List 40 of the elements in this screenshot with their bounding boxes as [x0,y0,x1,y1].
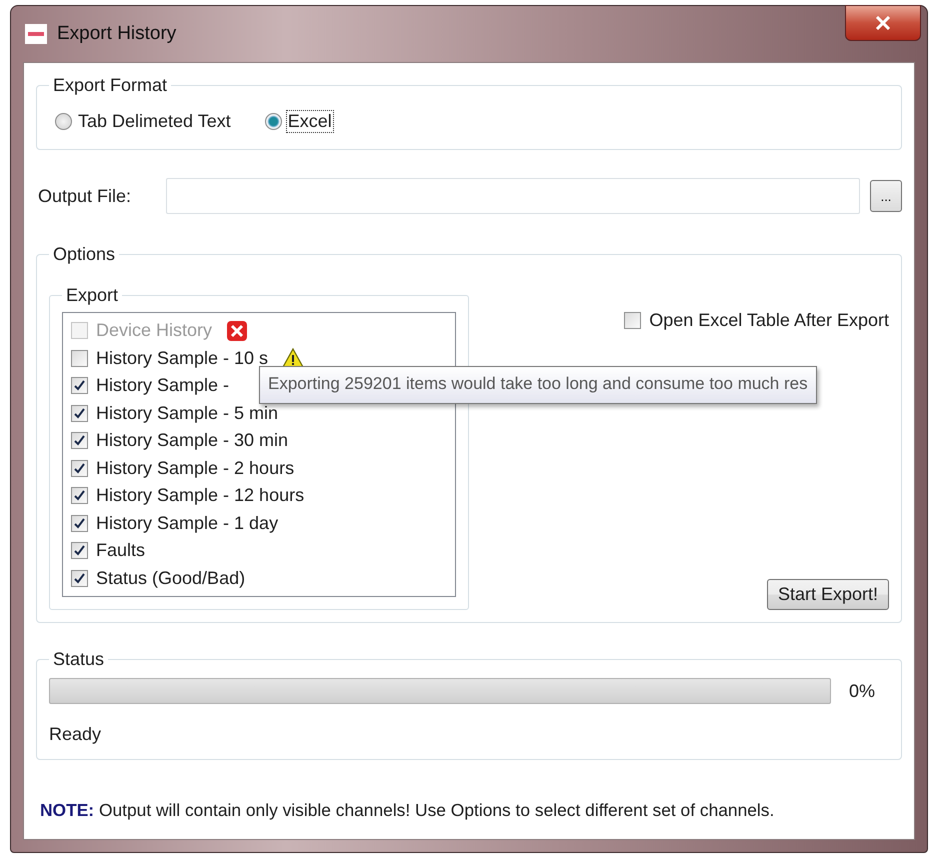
progress-percent: 0% [849,680,876,702]
checkbox[interactable] [71,514,88,532]
checkbox[interactable] [71,432,88,450]
checkbox[interactable] [71,460,88,477]
browse-button[interactable]: ... [870,180,902,212]
item-label[interactable]: History Sample - 5 min [96,402,278,424]
radio-button[interactable] [264,113,282,130]
item-label[interactable]: Status (Good/Bad) [96,568,246,589]
checkbox[interactable] [71,350,88,367]
app-icon [25,24,47,44]
checkbox-label[interactable]: Open Excel Table After Export [649,310,889,332]
output-file-field[interactable] [166,178,860,214]
checkbox[interactable] [71,404,88,422]
item-label[interactable]: History Sample - 10 s [96,348,268,369]
group-title: Options [52,244,116,265]
format-option[interactable]: Tab Delimeted Text [55,110,233,133]
close-button[interactable] [845,5,921,41]
item-label[interactable]: Faults [96,540,146,562]
group-title: Export [65,285,120,306]
window-title: Export History [57,23,176,45]
note-text: NOTE: Output will contain only visible channels! Use Options to select different set of channels. [40,800,776,821]
start-export-button[interactable]: Start Export! [766,579,889,610]
error-icon [226,320,248,342]
group-title: Export Format [52,75,168,96]
close-icon [875,16,891,30]
checkbox[interactable] [71,542,88,560]
checkbox[interactable] [71,570,88,587]
checkbox[interactable] [71,487,88,504]
checkbox[interactable] [71,377,88,394]
item-label[interactable]: History Sample - 1 day [96,512,278,534]
checkbox[interactable] [624,312,642,330]
radio-button[interactable] [55,113,72,130]
item-label[interactable]: History Sample - 2 hours [96,458,294,479]
tooltip: Exporting 259201 items would take too long and consume too much res [259,366,817,404]
field-label: Output File: [38,186,132,206]
item-label[interactable]: History Sample - 12 hours [96,485,304,506]
item-label[interactable]: History Sample - 30 min [96,430,288,452]
status-message: Ready [49,724,102,745]
group-title: Status [52,649,106,670]
item-label[interactable]: History Sample - [96,375,230,396]
